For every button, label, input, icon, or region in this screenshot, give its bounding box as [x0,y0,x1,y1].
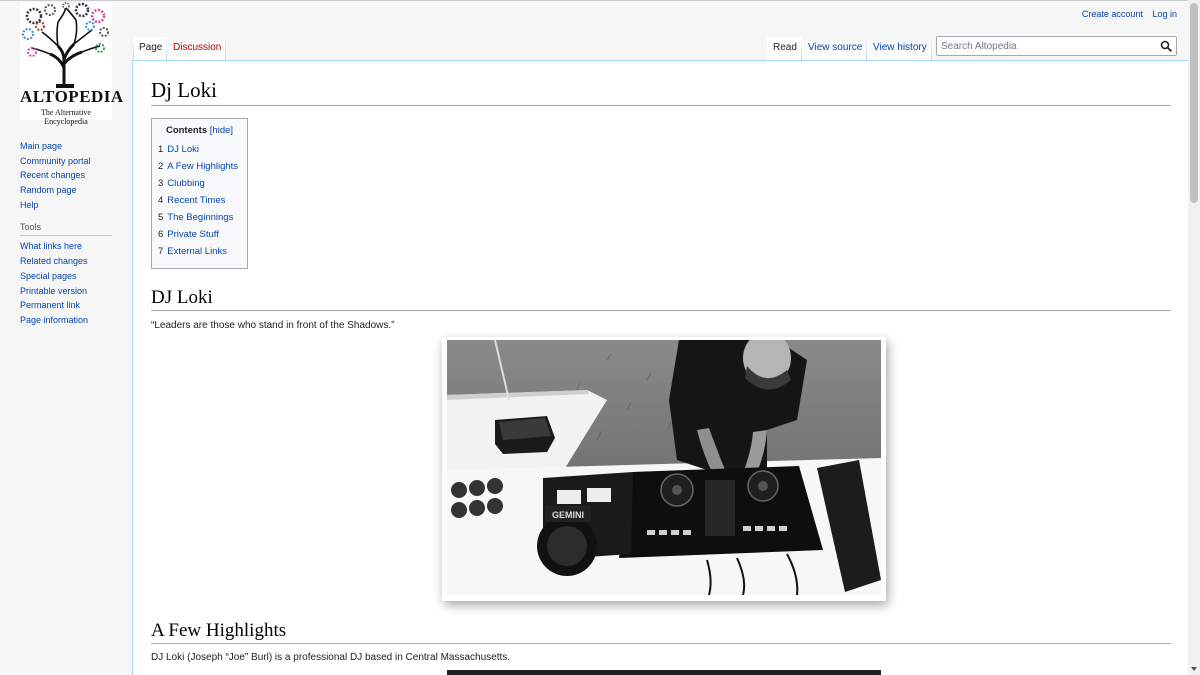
toc-item: 2A Few Highlights [158,160,241,177]
sidebar-item-help[interactable]: Help [20,200,39,210]
toc-list: 1 DJ Loki 2A Few Highlights 3 Clubbing 4 Re… [158,143,241,262]
content-area: Dj Loki Contents [hide] 1 DJ Loki 2A Few … [132,60,1188,675]
personal-tools: Create account Log in [1075,9,1177,19]
section-heading-a-few-highlights: A Few Highlights [151,620,1171,644]
login-link[interactable]: Log in [1152,9,1177,19]
tab-read[interactable]: Read [767,37,803,61]
scrollbar-thumb[interactable] [1190,3,1198,203]
toc-item: 6 Private Stuff [158,228,241,245]
toc-link-dj-loki[interactable]: DJ Loki [167,144,199,155]
toc-link-a-few-highlights[interactable]: A Few Highlights [167,161,238,172]
tab-separator [225,37,226,61]
sidebar: Main page Community portal Recent change… [20,140,120,329]
tab-separator [931,37,932,61]
quote-text: “Leaders are those who stand in front of… [151,320,395,331]
navigation-list: Main page Community portal Recent change… [20,140,120,213]
magnifier-icon[interactable] [1160,40,1172,52]
intro-paragraph: DJ Loki (Joseph “Joe” Burl) is a profess… [151,652,511,663]
logo-tagline: The Alternative Encyclopedia [41,108,91,126]
sidebar-item-related-changes[interactable]: Related changes [20,256,88,266]
tree-logo-icon [22,2,109,88]
search-box [936,36,1177,56]
top-border [0,0,1188,1]
section-heading-dj-loki: DJ Loki [151,287,1171,311]
logo-wordmark: ALTOPEDIA [20,87,124,106]
tab-view-history[interactable]: View history [867,37,933,61]
second-photo[interactable] [447,670,881,675]
toc-item: 3 Clubbing [158,177,241,194]
sidebar-item-page-information[interactable]: Page information [20,315,88,325]
create-account-link[interactable]: Create account [1082,9,1143,19]
toc-item: 1 DJ Loki [158,143,241,160]
tools-list: What links here Related changes Special … [20,240,120,328]
sidebar-item-recent-changes[interactable]: Recent changes [20,170,85,180]
page-scrollbar[interactable] [1188,0,1200,675]
toc-title: Contents [hide] [158,125,241,136]
toc-number: 3 [158,178,164,189]
sidebar-item-random-page[interactable]: Random page [20,185,77,195]
toc-link-external-links[interactable]: External Links [167,246,227,257]
table-of-contents: Contents [hide] 1 DJ Loki 2A Few Highligh… [151,118,248,269]
toc-number: 2 [158,161,164,172]
svg-text:GEMINI: GEMINI [552,510,584,520]
toc-item: 5 The Beginnings [158,211,241,228]
sidebar-item-permanent-link[interactable]: Permanent link [20,300,80,310]
toc-number: 1 [158,144,164,155]
dj-photo: GEMINI [447,340,881,595]
page-title: Dj Loki [151,78,1171,106]
tab-page[interactable]: Page [133,37,169,61]
toc-link-the-beginnings[interactable]: The Beginnings [167,212,233,223]
toc-heading: Contents [165,125,208,136]
dj-photo-link[interactable]: GEMINI [442,337,886,601]
scroll-down-arrow-icon[interactable] [1191,667,1197,671]
toc-number: 6 [158,229,164,240]
sidebar-item-what-links-here[interactable]: What links here [20,241,82,251]
tab-separator [133,37,134,61]
tab-view-source[interactable]: View source [802,37,869,61]
search-input[interactable] [941,39,1151,54]
site-logo[interactable]: ALTOPEDIA The Alternative Encyclopedia [20,2,124,126]
sidebar-item-printable-version[interactable]: Printable version [20,286,87,296]
toc-link-recent-times[interactable]: Recent Times [167,195,225,206]
toc-item: 7 External Links [158,245,241,262]
toc-link-clubbing[interactable]: Clubbing [167,178,205,189]
tab-discussion[interactable]: Discussion [167,37,228,61]
sidebar-item-main-page[interactable]: Main page [20,141,62,151]
tools-heading: Tools [20,222,112,237]
toc-number: 4 [158,195,164,206]
sidebar-item-community-portal[interactable]: Community portal [20,156,91,166]
toc-number: 5 [158,212,164,223]
toc-hide-toggle[interactable]: [hide] [210,125,233,136]
sidebar-item-special-pages[interactable]: Special pages [20,271,77,281]
toc-number: 7 [158,246,164,257]
toc-link-private-stuff[interactable]: Private Stuff [167,229,219,240]
toc-item: 4 Recent Times [158,194,241,211]
